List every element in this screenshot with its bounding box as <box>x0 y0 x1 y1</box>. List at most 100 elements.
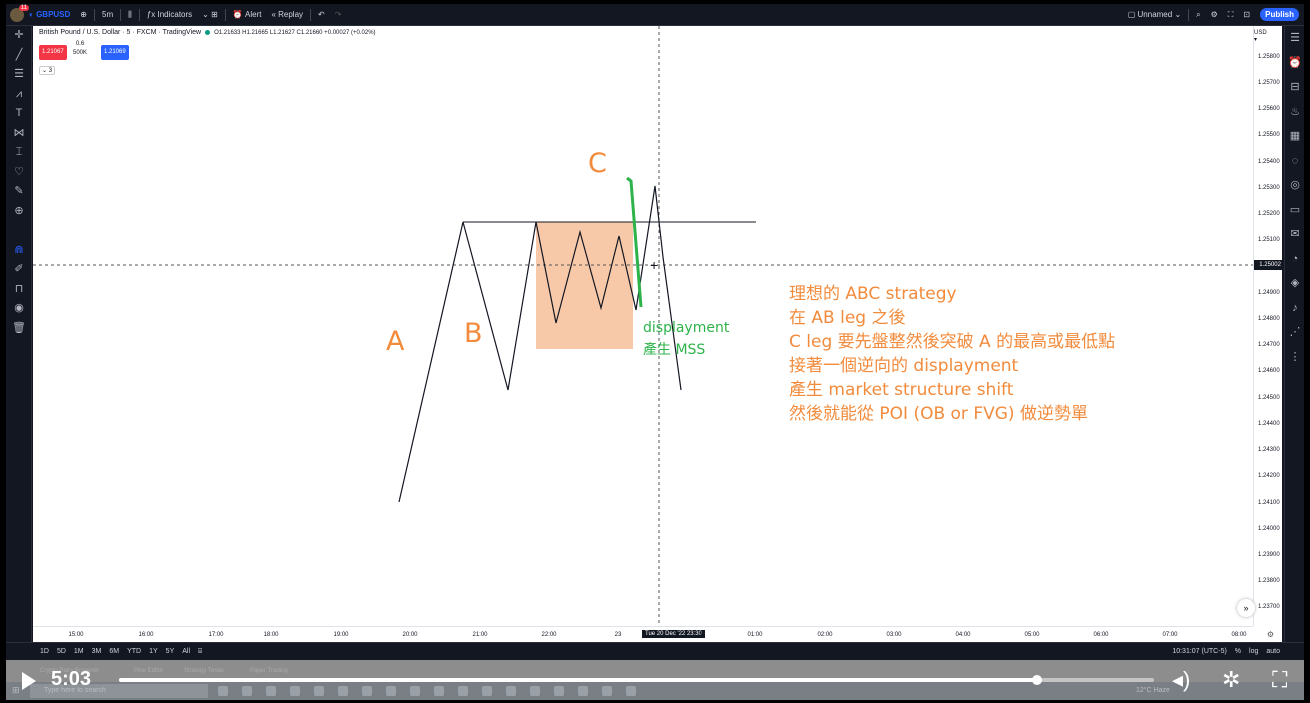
price-tick: 1.25200 <box>1258 211 1280 217</box>
symbol-search[interactable]: ◐ GBPUSD <box>24 4 75 26</box>
range-3m[interactable]: 3M <box>88 648 106 655</box>
play-icon[interactable] <box>22 672 36 690</box>
indicators-button[interactable]: ƒx Indicators <box>142 4 197 26</box>
replay-button[interactable]: « Replay <box>266 4 308 26</box>
percent-toggle[interactable]: % <box>1231 648 1245 655</box>
progress-fill <box>119 678 1038 682</box>
time-scale[interactable]: 15:00 16:00 17:00 18:00 19:00 20:00 21:0… <box>33 626 1253 642</box>
symbol-label: GBPUSD <box>36 10 71 19</box>
alert-button[interactable]: ⏰ Alert <box>228 4 267 26</box>
stack-icon[interactable]: ⋮ <box>1285 345 1304 370</box>
sell-button[interactable]: 1.21067 <box>39 45 67 60</box>
range-5y[interactable]: 5Y <box>162 648 179 655</box>
streams-icon[interactable]: ◎ <box>1285 173 1304 198</box>
chart-pane[interactable]: + British Pound / U.S. Dollar · 5 · FXCM… <box>33 26 1283 642</box>
indicators-label: Indicators <box>157 10 193 19</box>
compare-button[interactable]: ⊕ <box>75 4 92 26</box>
chart-type-button[interactable]: ⫼ <box>123 4 137 26</box>
volume-icon[interactable]: ◂) <box>1172 667 1190 693</box>
price-tick: 1.24800 <box>1258 316 1280 322</box>
fib-icon[interactable]: ☰ <box>6 65 32 85</box>
magnet-icon[interactable]: ⋒ <box>6 241 32 261</box>
notes-icon[interactable]: ✉ <box>1285 222 1304 247</box>
snapshot-button[interactable]: ⊡ <box>1238 4 1255 26</box>
interval-button[interactable]: 5m <box>97 4 118 26</box>
eye-icon[interactable]: ◉ <box>6 299 32 319</box>
ideas-icon[interactable]: ◌ <box>1285 149 1304 174</box>
stay-drawing-icon[interactable]: ✐ <box>6 260 32 280</box>
lock-icon[interactable]: ⊓ <box>6 280 32 300</box>
range-ytd[interactable]: YTD <box>123 648 145 655</box>
hotlist-icon[interactable]: ♨ <box>1285 100 1304 125</box>
ruler-icon[interactable]: ✎ <box>6 182 32 202</box>
calendar-icon[interactable]: ▦ <box>1285 124 1304 149</box>
trash-icon[interactable]: 🗑 <box>6 319 32 339</box>
scroll-right-button[interactable]: » <box>1237 599 1255 617</box>
collapse-toggle[interactable]: ⌄ 3 <box>39 66 56 75</box>
search-button[interactable]: ⌕ <box>1191 4 1205 26</box>
trend-line-icon[interactable]: ╱ <box>6 46 32 66</box>
fullscreen-button[interactable]: ⛶ <box>1223 4 1239 26</box>
templates-button[interactable]: ⌄ ⊞ <box>197 4 223 26</box>
redo-button[interactable]: ↷ <box>330 4 347 26</box>
crosshair-icon[interactable]: ✛ <box>6 26 32 46</box>
price-tick: 1.24200 <box>1258 473 1280 479</box>
watchlist-icon[interactable]: ☰ <box>1285 26 1304 51</box>
cursor-time-label: Tue 20 Dec '22 23:30 <box>642 630 705 638</box>
progress-thumb[interactable] <box>1032 675 1043 685</box>
goto-date-icon[interactable]: ⌸ <box>194 648 206 656</box>
pattern-icon[interactable]: ⩘ <box>6 85 32 105</box>
prediction-icon[interactable]: ⋈ <box>6 124 32 144</box>
redo-icon: ↷ <box>334 10 342 19</box>
time-tick: 21:00 <box>472 632 488 638</box>
alerts-icon[interactable]: ⏰ <box>1285 51 1304 76</box>
rewind-icon: « <box>271 10 279 19</box>
notifications-icon[interactable]: ◔ <box>1285 247 1304 272</box>
chart-legend: British Pound / U.S. Dollar · 5 · FXCM ·… <box>39 29 376 36</box>
measure-icon[interactable]: ⌶ <box>6 143 32 163</box>
range-1d[interactable]: 1D <box>36 648 53 655</box>
publish-button[interactable]: Publish <box>1255 4 1304 26</box>
undo-button[interactable]: ↶ <box>313 4 330 26</box>
heart-icon[interactable]: ♡ <box>6 163 32 183</box>
replay-label: Replay <box>278 10 304 19</box>
indicators-icon: ƒx <box>146 10 158 19</box>
range-6m[interactable]: 6M <box>105 648 123 655</box>
currency-selector[interactable]: USD ▾ <box>1254 30 1270 43</box>
time-tick: 15:00 <box>68 632 84 638</box>
range-1y[interactable]: 1Y <box>145 648 162 655</box>
divider <box>120 8 122 21</box>
scale-settings-icon[interactable]: ⚙ <box>1267 630 1274 639</box>
range-all[interactable]: All <box>178 648 194 655</box>
gear-icon[interactable]: ✲ <box>1222 667 1240 693</box>
settings-button[interactable]: ⚙ <box>1206 4 1223 26</box>
chats-icon[interactable]: ▭ <box>1285 198 1304 223</box>
range-5d[interactable]: 5D <box>53 648 70 655</box>
auto-toggle[interactable]: auto <box>1262 648 1284 655</box>
time-tick: 01:00 <box>747 632 763 638</box>
clock-label[interactable]: 10:31:07 (UTC-5) <box>1168 648 1230 655</box>
price-scale[interactable]: USD ▾ 1.25800 1.25700 1.25600 1.25500 1.… <box>1253 26 1283 626</box>
price-tick: 1.24700 <box>1258 342 1280 348</box>
progress-track[interactable] <box>119 675 1154 685</box>
avatar[interactable]: 11 <box>10 4 29 22</box>
time-tick: 23 <box>614 632 622 638</box>
signal-icon[interactable]: ⋰ <box>1285 320 1304 345</box>
time-tick: 07:00 <box>1162 632 1178 638</box>
buy-button[interactable]: 1.21069 <box>101 45 129 60</box>
price-tick: 1.23700 <box>1258 604 1280 610</box>
bell-icon[interactable]: ♪ <box>1285 296 1304 321</box>
log-toggle[interactable]: log <box>1245 648 1262 655</box>
zoom-in-icon[interactable]: ⊕ <box>6 202 32 222</box>
time-tick: 08:00 <box>1231 632 1247 638</box>
video-player-controls: 5:03 ◂) ✲ ⛶ <box>0 664 1310 703</box>
fullscreen-icon[interactable]: ⛶ <box>1272 667 1287 693</box>
layout-button[interactable]: ▢ Unnamed ⌄ <box>1123 4 1186 26</box>
strategy-notes: 理想的 ABC strategy 在 AB leg 之後 C leg 要先盤整然… <box>789 282 1115 426</box>
text-icon[interactable]: T <box>6 104 32 124</box>
time-tick: 16:00 <box>138 632 154 638</box>
broadcast-icon[interactable]: ◈ <box>1285 271 1304 296</box>
data-window-icon[interactable]: ⊟ <box>1285 75 1304 100</box>
range-1m[interactable]: 1M <box>70 648 88 655</box>
label-c: C <box>588 148 607 179</box>
